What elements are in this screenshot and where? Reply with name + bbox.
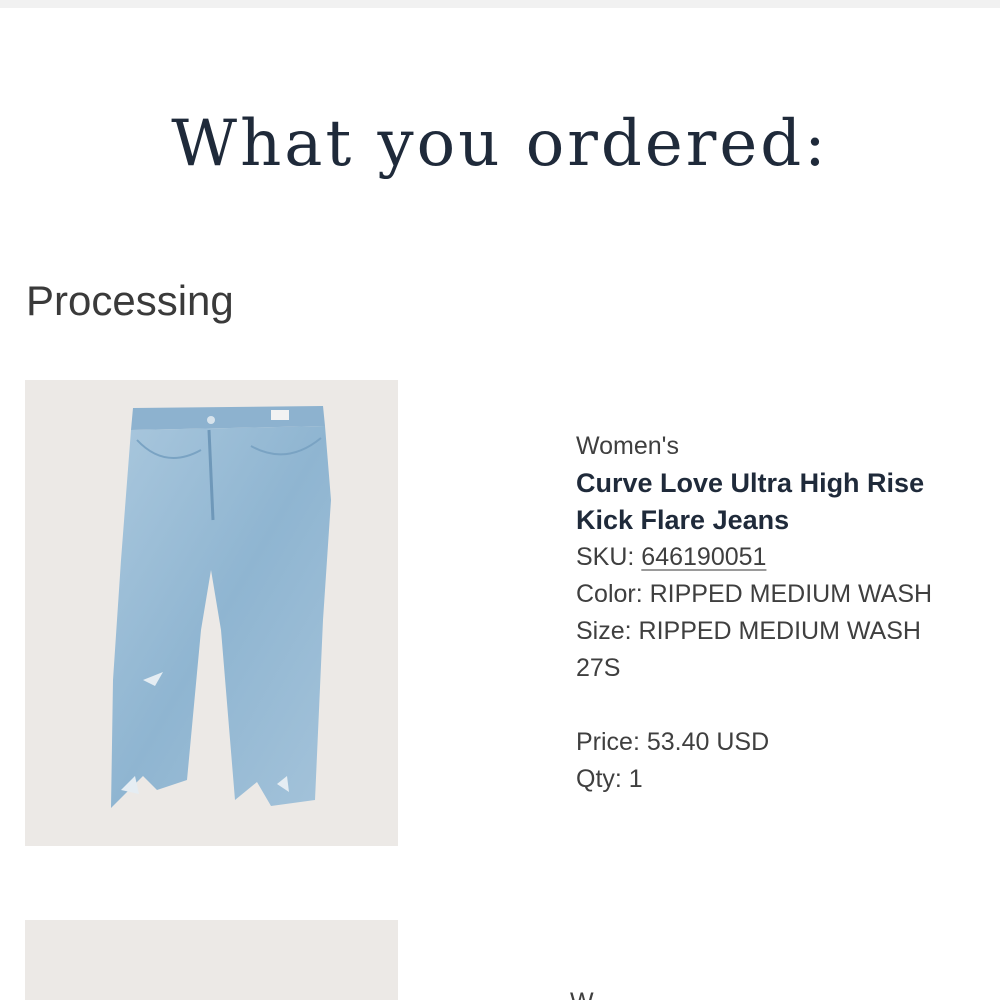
next-product-image[interactable] (25, 920, 398, 1000)
product-name-line-2[interactable]: Kick Flare Jeans (576, 502, 996, 539)
product-image[interactable] (25, 380, 398, 846)
product-color: Color: RIPPED MEDIUM WASH (576, 580, 933, 608)
page-title: What you ordered: (171, 107, 829, 181)
sku-link[interactable]: 646190051 (641, 543, 766, 571)
product-sku: SKU: 646190051 (576, 539, 996, 576)
product-name-line-1[interactable]: Curve Love Ultra High Rise (576, 465, 996, 502)
product-details: Women's Curve Love Ultra High Rise Kick … (576, 428, 996, 798)
jeans-product-photo-icon (111, 406, 331, 808)
product-size-line-2: 27S (576, 654, 621, 682)
sku-label: SKU: (576, 543, 642, 571)
product-price: Price: 53.40 USD (576, 728, 770, 756)
product-size-line-1: Size: RIPPED MEDIUM WASH (576, 617, 921, 645)
product-department: Women's (576, 432, 679, 460)
order-status-label: Processing (26, 277, 234, 324)
product-quantity: Qty: 1 (576, 765, 643, 793)
next-product-department-partial: W (570, 990, 594, 1000)
top-divider-strip (0, 0, 1000, 8)
